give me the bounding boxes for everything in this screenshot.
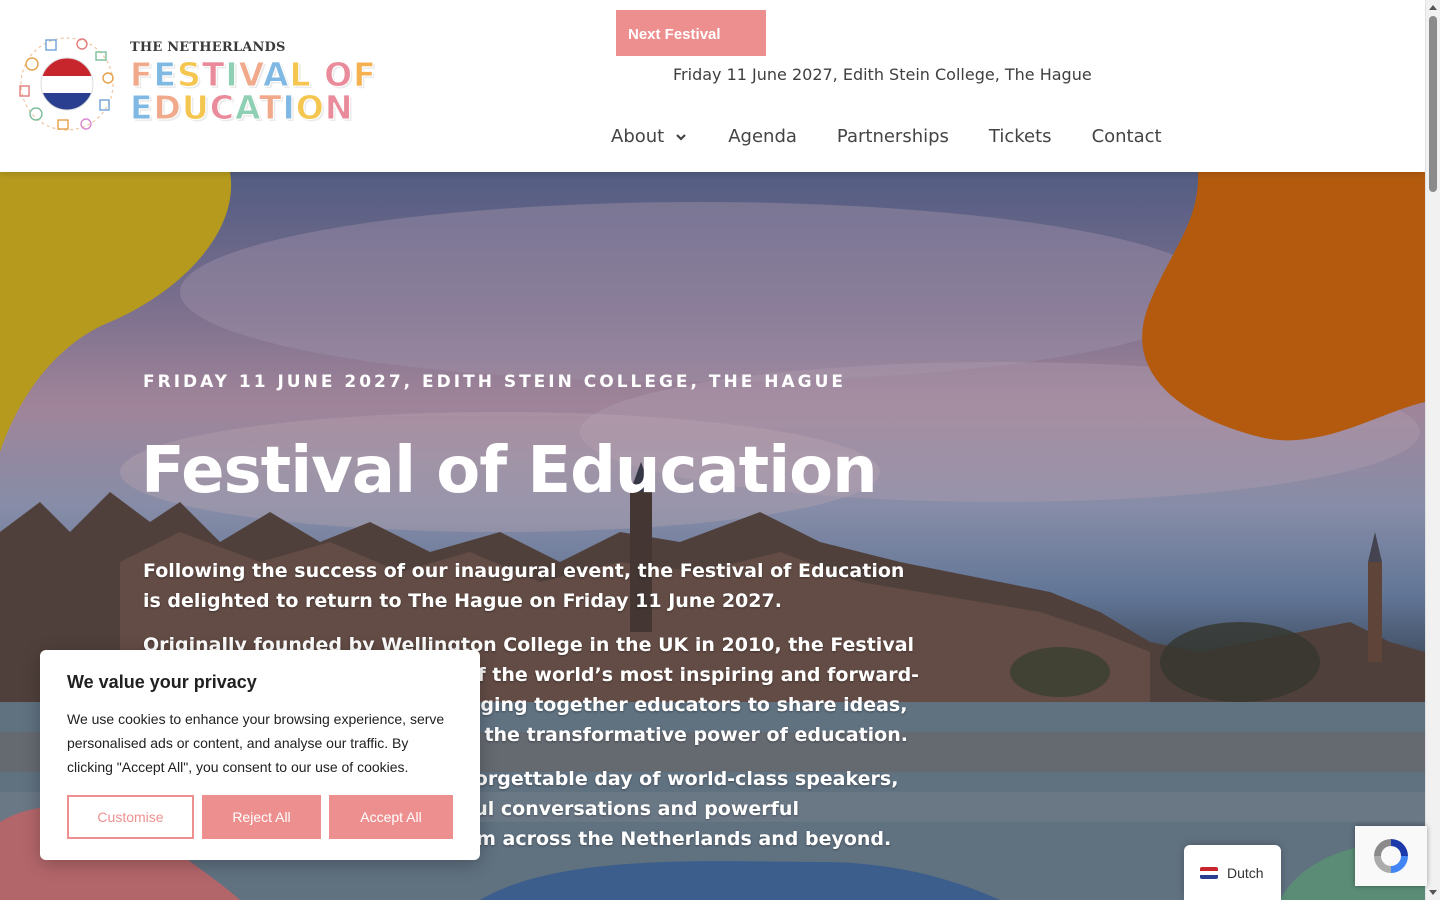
next-festival-button[interactable]: Next Festival <box>616 10 766 56</box>
netherlands-flag-icon <box>1200 866 1218 879</box>
language-switcher[interactable]: Dutch <box>1184 845 1281 900</box>
site-logo[interactable]: THE NETHERLANDS FESTIVAL OF EDUCATION <box>14 34 376 134</box>
nav-contact[interactable]: Contact <box>1092 126 1162 147</box>
reject-all-button[interactable]: Reject All <box>202 795 321 839</box>
logo-emblem-icon <box>19 37 114 131</box>
language-label: Dutch <box>1227 864 1264 881</box>
nav-partnerships[interactable]: Partnerships <box>837 126 949 147</box>
logo-line-1: FESTIVAL OF <box>130 55 377 94</box>
hero-subtitle: FRIDAY 11 JUNE 2027, EDITH STEIN COLLEGE… <box>143 372 847 392</box>
cookie-text: We use cookies to enhance your browsing … <box>67 711 445 775</box>
chevron-down-icon[interactable] <box>674 130 688 144</box>
nav-about[interactable]: About <box>611 126 688 147</box>
scroll-up-arrow-icon[interactable] <box>1429 5 1437 10</box>
recaptcha-badge[interactable] <box>1355 826 1427 886</box>
cookie-title: We value your privacy <box>67 672 257 692</box>
hero-paragraph-1: Following the success of our inaugural e… <box>143 560 905 612</box>
scrollbar-thumb[interactable] <box>1429 16 1437 192</box>
main-nav: About Agenda Partnerships Tickets Contac… <box>611 126 1162 147</box>
accept-all-button[interactable]: Accept All <box>329 795 453 839</box>
recaptcha-icon <box>1374 839 1408 873</box>
nav-agenda[interactable]: Agenda <box>728 126 797 147</box>
scroll-down-arrow-icon[interactable] <box>1429 890 1437 895</box>
customise-button[interactable]: Customise <box>67 795 194 839</box>
logo-line-2: EDUCATION <box>130 88 354 127</box>
cookie-consent-banner: We value your privacy We use cookies to … <box>40 650 480 860</box>
nav-tickets[interactable]: Tickets <box>989 126 1052 147</box>
logo-top-text: THE NETHERLANDS <box>130 40 286 55</box>
cookie-buttons: Customise Reject All Accept All <box>67 795 453 839</box>
site-header: THE NETHERLANDS FESTIVAL OF EDUCATION Ne… <box>0 0 1425 172</box>
nav-about-label: About <box>611 126 665 147</box>
hero-title: Festival of Education <box>141 434 878 508</box>
page-scrollbar[interactable] <box>1425 0 1440 900</box>
header-date-text: Friday 11 June 2027, Edith Stein College… <box>673 65 1092 84</box>
